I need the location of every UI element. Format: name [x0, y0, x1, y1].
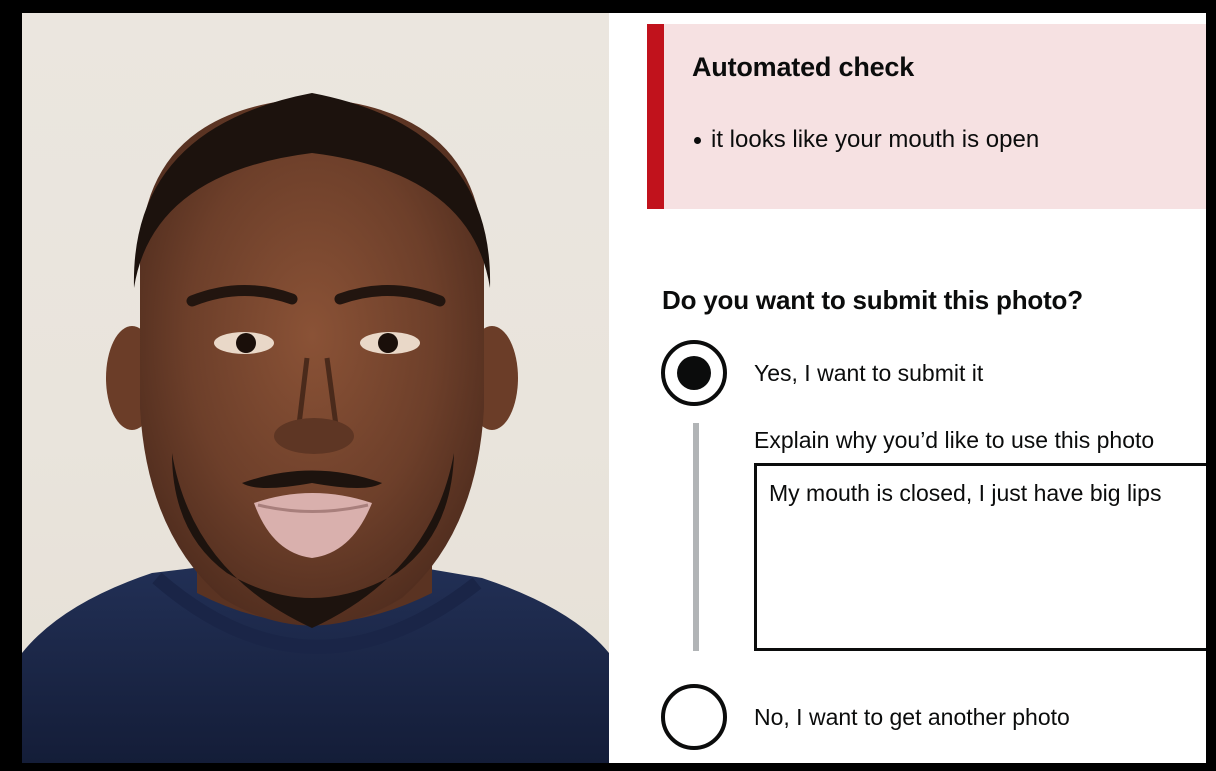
screenshot-frame: Automated check it looks like your mouth…: [0, 0, 1216, 771]
radio-option-no[interactable]: No, I want to get another photo: [661, 684, 1070, 750]
error-summary-item: it looks like your mouth is open: [694, 126, 1039, 154]
portrait-illustration: [22, 93, 609, 763]
radio-label-yes[interactable]: Yes, I want to submit it: [754, 360, 983, 387]
conditional-reveal-bar: [693, 423, 699, 651]
error-summary-list: it looks like your mouth is open: [694, 126, 1039, 154]
radio-button-no[interactable]: [661, 684, 727, 750]
passport-photo: [22, 13, 609, 763]
radio-button-yes[interactable]: [661, 340, 727, 406]
radio-selected-dot: [677, 356, 711, 390]
explain-textarea[interactable]: My mouth is closed, I just have big lips: [754, 463, 1206, 651]
error-summary-title: Automated check: [692, 52, 915, 82]
bullet-icon: [694, 136, 701, 144]
photo-check-form: Automated check it looks like your mouth…: [609, 13, 1206, 763]
error-summary: Automated check it looks like your mouth…: [647, 24, 1206, 209]
error-summary-item-text: it looks like your mouth is open: [711, 126, 1040, 153]
explain-field-label: Explain why you’d like to use this photo: [754, 427, 1155, 453]
radio-option-yes[interactable]: Yes, I want to submit it: [661, 340, 983, 406]
radio-label-no[interactable]: No, I want to get another photo: [754, 704, 1070, 731]
radio-question-heading: Do you want to submit this photo?: [662, 285, 1083, 315]
